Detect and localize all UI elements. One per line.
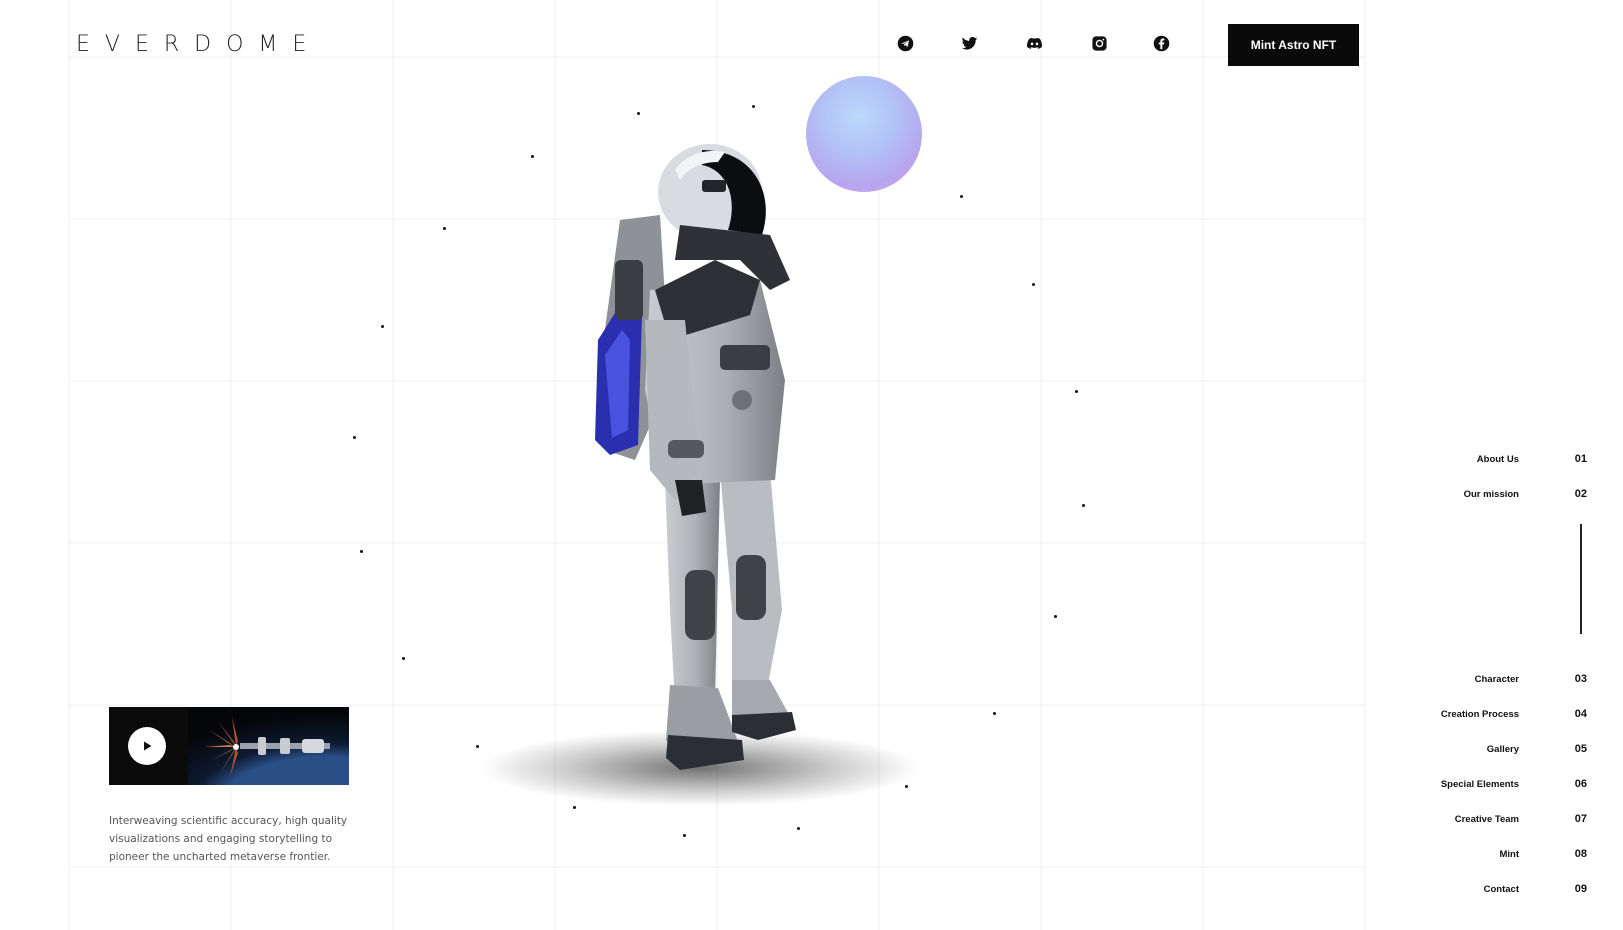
nav-label: Creation Process	[1440, 708, 1519, 720]
nav-item-character[interactable]: Character 03	[1387, 671, 1587, 687]
nav-label: Contact	[1483, 883, 1519, 895]
nav-label: Our mission	[1463, 488, 1519, 500]
nav-number: 09	[1574, 883, 1587, 895]
nav-item-creative-team[interactable]: Creative Team 07	[1387, 811, 1587, 827]
nav-item-gallery[interactable]: Gallery 05	[1387, 741, 1587, 757]
nav-label: Gallery	[1486, 743, 1519, 755]
video-card[interactable]	[109, 707, 349, 785]
facebook-icon[interactable]	[1150, 32, 1172, 54]
mint-astro-nft-button[interactable]: Mint Astro NFT	[1228, 24, 1359, 66]
star-dot	[381, 325, 384, 328]
twitter-icon[interactable]	[958, 32, 980, 54]
play-icon	[144, 741, 152, 751]
nav-number: 01	[1574, 453, 1587, 465]
star-dot	[993, 712, 996, 715]
nav-label: Special Elements	[1440, 778, 1519, 790]
star-dot	[443, 227, 446, 230]
nav-label: About Us	[1476, 453, 1519, 465]
everdome-logo[interactable]: EVERDOME	[76, 32, 321, 57]
star-dot	[476, 745, 479, 748]
nav-number: 08	[1574, 848, 1587, 860]
telegram-icon[interactable]	[894, 32, 916, 54]
nav-item-contact[interactable]: Contact 09	[1387, 881, 1587, 897]
star-dot	[752, 105, 755, 108]
star-dot	[1082, 504, 1085, 507]
star-dot	[637, 112, 640, 115]
nav-label: Mint	[1499, 848, 1519, 860]
nav-progress-line	[1580, 524, 1582, 634]
nav-number: 07	[1574, 813, 1587, 825]
nav-number: 02	[1574, 488, 1587, 500]
star-dot	[905, 785, 908, 788]
nav-item-our-mission[interactable]: Our mission 02	[1387, 486, 1587, 502]
nav-number: 06	[1574, 778, 1587, 790]
nav-item-mint[interactable]: Mint 08	[1387, 846, 1587, 862]
nav-item-special-elements[interactable]: Special Elements 06	[1387, 776, 1587, 792]
nav-number: 03	[1574, 673, 1587, 685]
intro-description: Interweaving scientific accuracy, high q…	[109, 815, 348, 863]
nav-label: Character	[1474, 673, 1519, 685]
star-dot	[1054, 615, 1057, 618]
star-dot	[960, 195, 963, 198]
star-dot	[360, 550, 363, 553]
star-dot	[1075, 390, 1078, 393]
discord-icon[interactable]	[1023, 32, 1045, 54]
nav-number: 04	[1574, 708, 1587, 720]
star-dot	[797, 827, 800, 830]
video-thumbnail	[188, 707, 349, 785]
star-dot	[573, 806, 576, 809]
star-dot	[683, 834, 686, 837]
star-dot	[353, 436, 356, 439]
nav-label: Creative Team	[1454, 813, 1519, 825]
nav-item-about-us[interactable]: About Us 01	[1387, 451, 1587, 467]
play-button[interactable]	[128, 727, 166, 765]
star-dot	[402, 657, 405, 660]
star-dot	[531, 155, 534, 158]
instagram-icon[interactable]	[1088, 32, 1110, 54]
nav-number: 05	[1574, 743, 1587, 755]
nav-item-creation-process[interactable]: Creation Process 04	[1387, 706, 1587, 722]
astronaut-figure	[480, 144, 920, 806]
star-dot	[1032, 283, 1035, 286]
